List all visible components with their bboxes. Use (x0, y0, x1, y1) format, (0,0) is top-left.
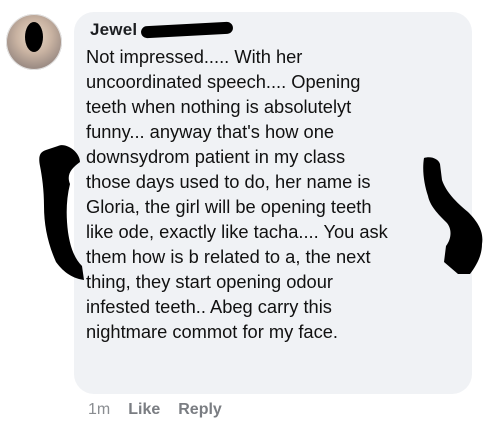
comment-text-line: uncoordinated speech.... Opening (86, 71, 361, 92)
comment-text-line: them how is b related to a, the next (86, 246, 371, 267)
comment-text-line: Gloria, the girl will be opening teeth (86, 196, 372, 217)
comment-text-line: like ode, exactly like tacha.... You ask (86, 221, 388, 242)
comment-text: Not impressed..... With her uncoordinate… (86, 44, 472, 344)
comment-actions: 1m Like Reply (88, 399, 222, 421)
comment-bubble: Jewel Not impressed..... With her uncoor… (74, 12, 472, 394)
author-name-redaction-mark (141, 21, 234, 39)
comment-author-row: Jewel (90, 18, 234, 42)
comment-text-line: thing, they start opening odour (86, 271, 333, 292)
facebook-comment: Jewel Not impressed..... With her uncoor… (0, 0, 488, 427)
comment-text-line: Not impressed..... With her (86, 46, 303, 67)
avatar-redaction-mark (25, 22, 43, 52)
author-name[interactable]: Jewel (90, 20, 137, 40)
like-button[interactable]: Like (128, 401, 160, 419)
comment-text-line: teeth when nothing is absolutelyt (86, 96, 352, 117)
comment-text-line: funny... anyway that's how one (86, 121, 335, 142)
comment-text-line: infested teeth.. Abeg carry this (86, 296, 332, 317)
comment-text-line: those days used to do, her name is (86, 171, 371, 192)
reply-button[interactable]: Reply (178, 401, 222, 419)
comment-text-line: nightmare commot for my face. (86, 321, 338, 342)
avatar[interactable] (6, 14, 62, 70)
comment-text-line: downsydrom patient in my class (86, 146, 346, 167)
comment-timestamp[interactable]: 1m (88, 401, 110, 419)
